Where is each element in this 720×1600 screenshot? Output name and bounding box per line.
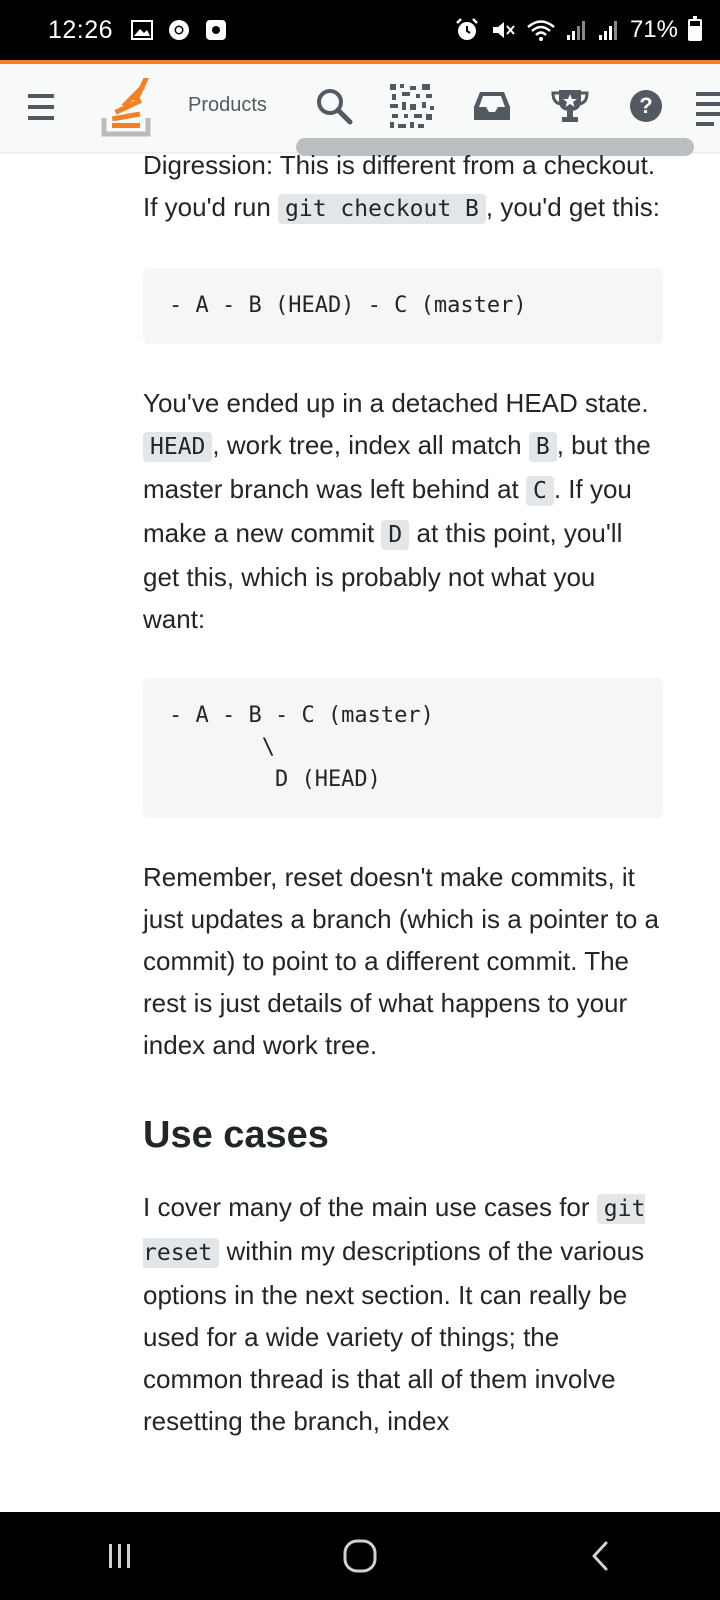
mute-icon	[490, 18, 516, 42]
inline-code: D	[381, 520, 410, 550]
paragraph-detached-head: You've ended up in a detached HEAD state…	[143, 382, 663, 640]
products-link[interactable]: Products	[188, 94, 267, 117]
code-block-2: - A - B - C (master) \ D (HEAD)	[143, 678, 663, 818]
inline-code: HEAD	[143, 432, 213, 462]
menu-icon[interactable]	[28, 92, 54, 122]
search-icon[interactable]	[312, 84, 356, 128]
alarm-icon	[454, 18, 480, 42]
stackoverflow-logo[interactable]	[100, 78, 156, 138]
signal-icon-2	[598, 18, 620, 42]
system-navigation-bar	[0, 1512, 720, 1600]
status-bar: 12:26 71%	[0, 0, 720, 60]
status-time: 12:26	[48, 15, 114, 44]
paragraph-text: , you'd get this:	[485, 192, 660, 222]
paragraph-digression: Digression: This is different from a che…	[143, 144, 663, 230]
wifi-icon	[526, 18, 556, 42]
help-icon[interactable]: ?	[624, 84, 668, 128]
inbox-icon[interactable]	[470, 84, 514, 128]
code-block-1: - A - B (HEAD) - C (master)	[143, 268, 663, 344]
achievements-icon[interactable]	[548, 84, 592, 128]
paragraph-text: I cover many of the main use cases for	[143, 1192, 597, 1222]
site-switcher-icon[interactable]	[696, 90, 720, 126]
signal-icon	[566, 18, 588, 42]
paragraph-text: You've ended up in a detached HEAD state…	[143, 388, 649, 418]
gallery-icon	[131, 20, 154, 40]
battery-percent: 71%	[629, 16, 678, 43]
back-icon[interactable]	[560, 1526, 640, 1586]
battery-icon	[688, 16, 702, 41]
home-icon[interactable]	[320, 1526, 400, 1586]
answer-body: Digression: This is different from a che…	[143, 144, 663, 1442]
qr-code-icon[interactable]	[386, 80, 438, 132]
recent-apps-icon[interactable]	[80, 1526, 160, 1586]
inline-code: B	[528, 432, 557, 462]
top-navigation-bar: Products ?	[0, 60, 720, 156]
screen-record-icon	[205, 19, 227, 41]
chrome-icon	[167, 18, 191, 42]
section-heading: Use cases	[143, 1114, 329, 1156]
inline-code: git checkout B	[278, 194, 486, 224]
paragraph-use-cases: I cover many of the main use cases for g…	[143, 1186, 663, 1442]
inline-code: C	[525, 476, 554, 506]
paragraph-remember: Remember, reset doesn't make commits, it…	[143, 862, 659, 1060]
paragraph-text: , work tree, index all match	[212, 430, 529, 460]
